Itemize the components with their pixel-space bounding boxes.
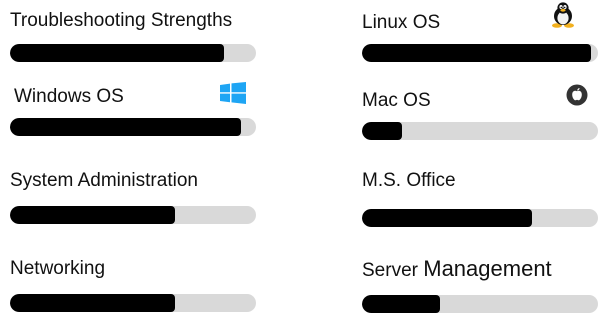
- skill-bar-fill: [10, 294, 175, 312]
- skill-bar-fill: [362, 295, 440, 313]
- skill-bar-fill: [362, 44, 591, 62]
- skill-label-part: Management: [423, 256, 552, 281]
- skill-label: Windows OS: [14, 86, 124, 107]
- skill-bar-track: [362, 295, 598, 313]
- skill-label: System Administration: [10, 170, 198, 191]
- skill-bar-track: [10, 118, 256, 136]
- skill-bar-fill: [362, 122, 403, 140]
- skill-label: Linux OS: [362, 12, 441, 33]
- apple-logo-icon: [566, 84, 588, 111]
- windows-logo-icon: [220, 82, 246, 109]
- skill-bar-track: [10, 44, 256, 62]
- skill-bar-fill: [10, 44, 225, 62]
- skill-bar-track: [362, 122, 598, 140]
- skill-bar-fill: [362, 209, 532, 227]
- linux-tux-icon: [551, 2, 575, 33]
- skill-label-part: Server: [362, 260, 424, 281]
- skill-bar-fill: [10, 118, 242, 136]
- skill-bar-fill: [10, 206, 175, 224]
- skill-label: M.S. Office: [362, 170, 456, 191]
- skill-label: Server Management: [362, 258, 552, 282]
- skill-bar-track: [10, 294, 256, 312]
- skill-bar-track: [10, 206, 256, 224]
- skill-label: Mac OS: [362, 90, 431, 111]
- skill-bar-track: [362, 44, 598, 62]
- skill-bar-track: [362, 209, 598, 227]
- skill-label: Networking: [10, 258, 106, 279]
- skill-label: Troubleshooting Strengths: [10, 10, 233, 31]
